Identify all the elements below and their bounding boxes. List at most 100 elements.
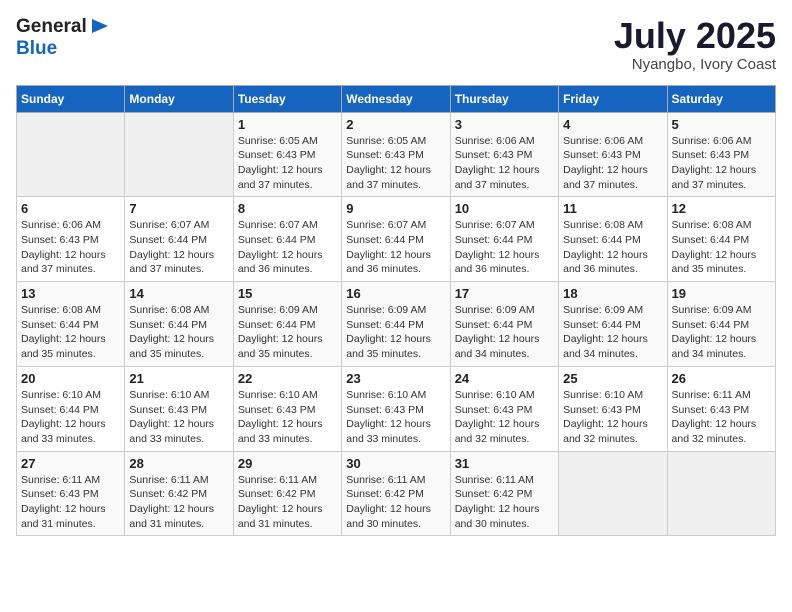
day-detail: Sunrise: 6:07 AM Sunset: 6:44 PM Dayligh…	[455, 218, 554, 277]
title-block: July 2025 Nyangbo, Ivory Coast	[614, 16, 776, 73]
calendar-cell: 16Sunrise: 6:09 AM Sunset: 6:44 PM Dayli…	[342, 282, 450, 367]
weekday-header-thursday: Thursday	[450, 85, 558, 112]
day-detail: Sunrise: 6:10 AM Sunset: 6:43 PM Dayligh…	[455, 388, 554, 447]
day-number: 11	[563, 201, 662, 216]
calendar-cell	[559, 451, 667, 536]
day-detail: Sunrise: 6:05 AM Sunset: 6:43 PM Dayligh…	[238, 134, 337, 193]
day-number: 22	[238, 371, 337, 386]
day-number: 1	[238, 117, 337, 132]
calendar-table: SundayMondayTuesdayWednesdayThursdayFrid…	[16, 85, 776, 537]
day-detail: Sunrise: 6:06 AM Sunset: 6:43 PM Dayligh…	[672, 134, 771, 193]
month-title: July 2025	[614, 16, 776, 56]
calendar-cell	[125, 112, 233, 197]
day-detail: Sunrise: 6:10 AM Sunset: 6:43 PM Dayligh…	[346, 388, 445, 447]
day-detail: Sunrise: 6:11 AM Sunset: 6:43 PM Dayligh…	[672, 388, 771, 447]
calendar-cell	[667, 451, 775, 536]
day-detail: Sunrise: 6:08 AM Sunset: 6:44 PM Dayligh…	[129, 303, 228, 362]
day-detail: Sunrise: 6:06 AM Sunset: 6:43 PM Dayligh…	[455, 134, 554, 193]
day-number: 8	[238, 201, 337, 216]
calendar-cell: 31 Sunrise: 6:11 AM Sunset: 6:42 PM Dayli…	[450, 451, 558, 536]
weekday-header-friday: Friday	[559, 85, 667, 112]
calendar-cell: 22Sunrise: 6:10 AM Sunset: 6:43 PM Dayli…	[233, 366, 341, 451]
page-header: General Blue July 2025 Nyangbo, Ivory Co…	[16, 16, 776, 73]
day-detail: Sunrise: 6:06 AM Sunset: 6:43 PM Dayligh…	[563, 134, 662, 193]
day-number: 25	[563, 371, 662, 386]
day-number: 29	[238, 456, 337, 471]
day-detail: Sunrise: 6:08 AM Sunset: 6:44 PM Dayligh…	[563, 218, 662, 277]
calendar-cell: 30 Sunrise: 6:11 AM Sunset: 6:42 PM Dayli…	[342, 451, 450, 536]
day-number: 31	[455, 456, 554, 471]
day-number: 9	[346, 201, 445, 216]
calendar-cell: 8 Sunrise: 6:07 AM Sunset: 6:44 PM Daylig…	[233, 197, 341, 282]
day-detail: Sunrise: 6:09 AM Sunset: 6:44 PM Dayligh…	[455, 303, 554, 362]
day-number: 30	[346, 456, 445, 471]
calendar-cell: 7 Sunrise: 6:07 AM Sunset: 6:44 PM Daylig…	[125, 197, 233, 282]
weekday-header-wednesday: Wednesday	[342, 85, 450, 112]
day-detail: Sunrise: 6:09 AM Sunset: 6:44 PM Dayligh…	[346, 303, 445, 362]
day-detail: Sunrise: 6:11 AM Sunset: 6:42 PM Dayligh…	[346, 473, 445, 532]
calendar-cell: 21 Sunrise: 6:10 AM Sunset: 6:43 PM Dayli…	[125, 366, 233, 451]
day-detail: Sunrise: 6:09 AM Sunset: 6:44 PM Dayligh…	[563, 303, 662, 362]
calendar-cell: 29 Sunrise: 6:11 AM Sunset: 6:42 PM Dayli…	[233, 451, 341, 536]
day-number: 10	[455, 201, 554, 216]
calendar-cell: 11 Sunrise: 6:08 AM Sunset: 6:44 PM Dayli…	[559, 197, 667, 282]
calendar-cell: 23Sunrise: 6:10 AM Sunset: 6:43 PM Dayli…	[342, 366, 450, 451]
logo-icon	[88, 16, 110, 38]
day-detail: Sunrise: 6:11 AM Sunset: 6:42 PM Dayligh…	[129, 473, 228, 532]
calendar-cell: 13 Sunrise: 6:08 AM Sunset: 6:44 PM Dayli…	[17, 282, 125, 367]
day-number: 19	[672, 286, 771, 301]
day-number: 6	[21, 201, 120, 216]
day-detail: Sunrise: 6:10 AM Sunset: 6:43 PM Dayligh…	[129, 388, 228, 447]
calendar-cell: 25 Sunrise: 6:10 AM Sunset: 6:43 PM Dayli…	[559, 366, 667, 451]
day-detail: Sunrise: 6:07 AM Sunset: 6:44 PM Dayligh…	[238, 218, 337, 277]
day-number: 12	[672, 201, 771, 216]
calendar-cell: 18 Sunrise: 6:09 AM Sunset: 6:44 PM Dayli…	[559, 282, 667, 367]
calendar-cell: 19 Sunrise: 6:09 AM Sunset: 6:44 PM Dayli…	[667, 282, 775, 367]
logo: General Blue	[16, 16, 110, 60]
calendar-cell: 2Sunrise: 6:05 AM Sunset: 6:43 PM Daylig…	[342, 112, 450, 197]
day-number: 17	[455, 286, 554, 301]
day-number: 7	[129, 201, 228, 216]
day-number: 14	[129, 286, 228, 301]
calendar-cell: 28 Sunrise: 6:11 AM Sunset: 6:42 PM Dayli…	[125, 451, 233, 536]
day-number: 18	[563, 286, 662, 301]
day-detail: Sunrise: 6:10 AM Sunset: 6:43 PM Dayligh…	[563, 388, 662, 447]
day-number: 4	[563, 117, 662, 132]
calendar-cell: 17 Sunrise: 6:09 AM Sunset: 6:44 PM Dayli…	[450, 282, 558, 367]
calendar-cell: 24 Sunrise: 6:10 AM Sunset: 6:43 PM Dayli…	[450, 366, 558, 451]
day-number: 13	[21, 286, 120, 301]
day-detail: Sunrise: 6:09 AM Sunset: 6:44 PM Dayligh…	[672, 303, 771, 362]
day-detail: Sunrise: 6:08 AM Sunset: 6:44 PM Dayligh…	[672, 218, 771, 277]
calendar-cell: 14 Sunrise: 6:08 AM Sunset: 6:44 PM Dayli…	[125, 282, 233, 367]
day-detail: Sunrise: 6:10 AM Sunset: 6:44 PM Dayligh…	[21, 388, 120, 447]
logo-general-text: General	[16, 16, 87, 38]
day-number: 27	[21, 456, 120, 471]
weekday-header-saturday: Saturday	[667, 85, 775, 112]
calendar-cell: 6 Sunrise: 6:06 AM Sunset: 6:43 PM Daylig…	[17, 197, 125, 282]
calendar-cell: 4 Sunrise: 6:06 AM Sunset: 6:43 PM Daylig…	[559, 112, 667, 197]
weekday-header-monday: Monday	[125, 85, 233, 112]
day-detail: Sunrise: 6:11 AM Sunset: 6:42 PM Dayligh…	[455, 473, 554, 532]
calendar-cell: 20 Sunrise: 6:10 AM Sunset: 6:44 PM Dayli…	[17, 366, 125, 451]
day-number: 21	[129, 371, 228, 386]
location-subtitle: Nyangbo, Ivory Coast	[614, 56, 776, 73]
calendar-cell: 1 Sunrise: 6:05 AM Sunset: 6:43 PM Daylig…	[233, 112, 341, 197]
day-number: 24	[455, 371, 554, 386]
weekday-header-tuesday: Tuesday	[233, 85, 341, 112]
calendar-cell: 5Sunrise: 6:06 AM Sunset: 6:43 PM Daylig…	[667, 112, 775, 197]
calendar-cell	[17, 112, 125, 197]
weekday-header-sunday: Sunday	[17, 85, 125, 112]
calendar-cell: 27Sunrise: 6:11 AM Sunset: 6:43 PM Dayli…	[17, 451, 125, 536]
day-detail: Sunrise: 6:08 AM Sunset: 6:44 PM Dayligh…	[21, 303, 120, 362]
day-number: 20	[21, 371, 120, 386]
day-detail: Sunrise: 6:06 AM Sunset: 6:43 PM Dayligh…	[21, 218, 120, 277]
day-detail: Sunrise: 6:11 AM Sunset: 6:42 PM Dayligh…	[238, 473, 337, 532]
calendar-cell: 10 Sunrise: 6:07 AM Sunset: 6:44 PM Dayli…	[450, 197, 558, 282]
calendar-cell: 3 Sunrise: 6:06 AM Sunset: 6:43 PM Daylig…	[450, 112, 558, 197]
logo-blue-text: Blue	[16, 38, 57, 59]
day-detail: Sunrise: 6:09 AM Sunset: 6:44 PM Dayligh…	[238, 303, 337, 362]
day-detail: Sunrise: 6:07 AM Sunset: 6:44 PM Dayligh…	[129, 218, 228, 277]
day-number: 3	[455, 117, 554, 132]
day-number: 28	[129, 456, 228, 471]
calendar-cell: 9Sunrise: 6:07 AM Sunset: 6:44 PM Daylig…	[342, 197, 450, 282]
